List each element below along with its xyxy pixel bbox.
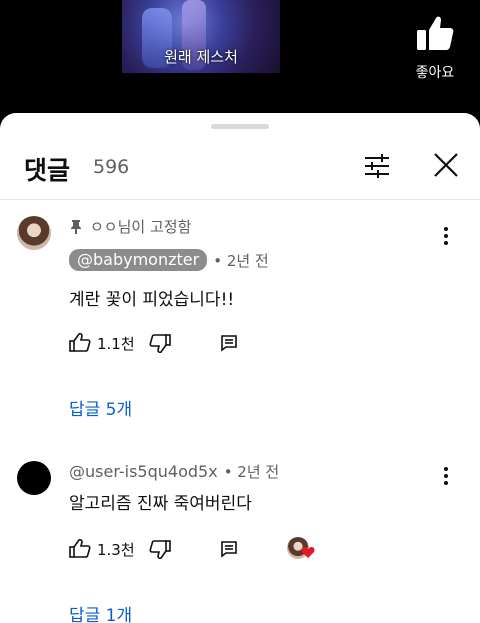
thumbs-up-icon [69,333,91,352]
comment-author[interactable]: @user-is5qu4od5x [69,462,218,481]
avatar[interactable] [17,461,51,495]
replies-link[interactable]: 답글 1개 [69,601,132,623]
pinned-label: ㅇㅇ님이 고정함 [70,216,191,237]
comment-time: • 2년 전 [213,251,269,270]
heart-icon [301,547,315,558]
like-count: 1.1천 [97,334,135,353]
like-button[interactable]: 1.3천 [69,539,135,560]
comments-count: 596 [93,156,130,178]
reply-button[interactable] [220,540,238,558]
more-vert-icon [444,467,448,485]
comments-sheet: 댓글 596 ㅇㅇ님이 고정함 @babymonzter • 2년 전 계란 꽃… [0,113,480,623]
comment-author-row: @user-is5qu4od5x • 2년 전 [69,461,279,482]
close-button[interactable] [431,150,461,180]
comment-menu-button[interactable] [438,465,454,487]
close-icon [434,153,458,177]
header-divider [0,199,480,200]
comment-author-row: @babymonzter • 2년 전 [69,249,269,271]
more-vert-icon [444,227,448,245]
comment-author[interactable]: @babymonzter [69,249,208,271]
like-button[interactable]: 1.1천 [69,333,135,354]
reply-button[interactable] [220,334,238,352]
avatar[interactable] [17,216,51,250]
sliders-icon [365,154,389,178]
comment-text: 계란 꽃이 피었습니다!! [69,290,235,310]
thumbs-up-icon [415,16,455,56]
comments-title: 댓글 [24,156,71,185]
like-count: 1.3천 [97,540,135,559]
thumbs-up-icon [69,539,91,558]
comment-actions: 1.1천 [69,331,238,355]
drag-handle[interactable] [211,124,269,129]
reply-icon [220,335,237,352]
sort-filter-button[interactable] [362,151,392,181]
comment-menu-button[interactable] [438,225,454,247]
comment-time: • 2년 전 [223,463,280,481]
video-caption: 원래 제스처 [164,48,238,66]
dislike-button[interactable] [149,539,171,559]
video-like-button[interactable]: 좋아요 [410,14,460,82]
creator-heart-badge [287,537,315,563]
replies-link[interactable]: 답글 5개 [69,395,132,420]
pin-icon [71,219,81,234]
comment-actions: 1.3천 [69,537,238,561]
reply-icon [220,541,237,558]
pinned-text: ㅇㅇ님이 고정함 [90,218,192,236]
comment-text: 알고리즘 진짜 죽여버린다 [69,494,252,514]
video-like-label: 좋아요 [415,65,455,81]
thumbs-down-icon [149,540,171,559]
video-thumbnail[interactable]: 원래 제스처 [122,0,280,73]
video-area: 원래 제스처 좋아요 [0,0,480,125]
dislike-button[interactable] [149,333,171,353]
comments-header: 댓글 596 [0,143,480,187]
thumbs-down-icon [149,334,171,353]
